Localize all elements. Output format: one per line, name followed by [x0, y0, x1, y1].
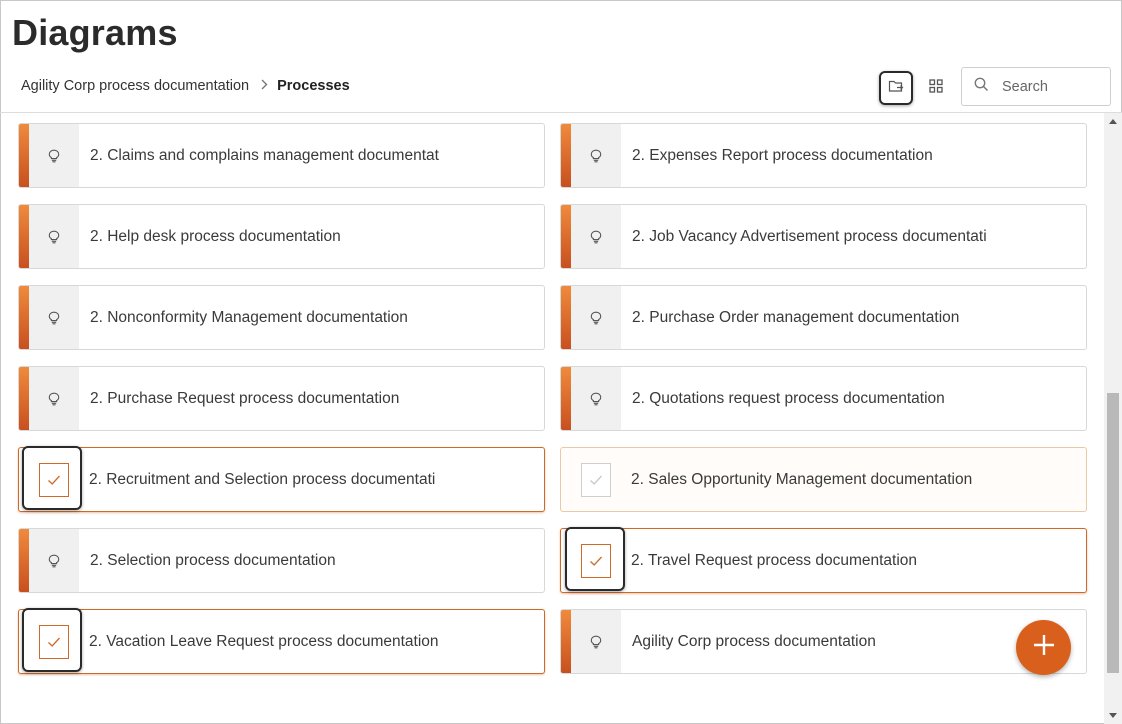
folder-arrow-icon [888, 79, 904, 98]
search-icon [974, 77, 989, 97]
diagram-card[interactable]: 2. Job Vacancy Advertisement process doc… [560, 204, 1087, 269]
page-title: Diagrams [12, 12, 178, 53]
card-accent-bar [19, 205, 29, 268]
lightbulb-icon [29, 367, 79, 430]
lightbulb-icon [571, 286, 621, 349]
grid-view-icon [929, 78, 943, 98]
card-label: 2. Purchase Order management documentati… [632, 308, 960, 326]
card-checkbox-cell[interactable] [561, 448, 631, 511]
card-accent-bar [19, 286, 29, 349]
card-label: 2. Claims and complains management docum… [90, 146, 439, 164]
lightbulb-icon [571, 205, 621, 268]
scroll-up-arrow[interactable] [1109, 119, 1117, 124]
card-accent-bar [561, 286, 571, 349]
checkbox-checked-icon[interactable] [581, 543, 611, 578]
lightbulb-icon [571, 124, 621, 187]
breadcrumb-current: Processes [277, 78, 350, 94]
diagram-card[interactable]: 2. Sales Opportunity Management document… [560, 447, 1087, 512]
diagram-card[interactable]: 2. Purchase Order management documentati… [560, 285, 1087, 350]
add-diagram-button[interactable] [1016, 620, 1071, 675]
card-accent-bar [561, 610, 571, 673]
plus-icon [1032, 633, 1056, 662]
card-accent-bar [561, 205, 571, 268]
diagram-list: 2. Claims and complains management docum… [0, 113, 1104, 724]
card-accent-bar [19, 529, 29, 592]
diagram-card[interactable]: 2. Purchase Request process documentatio… [18, 366, 545, 431]
card-checkbox-cell[interactable] [19, 448, 89, 511]
diagram-card[interactable]: Agility Corp process documentation [560, 609, 1087, 674]
diagram-card[interactable]: 2. Vacation Leave Request process docume… [18, 609, 545, 674]
card-checkbox-cell[interactable] [19, 610, 89, 673]
breadcrumb: Agility Corp process documentation Proce… [21, 78, 350, 94]
checkbox-checked-icon[interactable] [39, 624, 69, 659]
lightbulb-icon [571, 610, 621, 673]
diagram-card[interactable]: 2. Help desk process documentation [18, 204, 545, 269]
card-label: 2. Nonconformity Management documentatio… [90, 308, 408, 326]
checkbox-checked-icon[interactable] [39, 462, 69, 497]
card-label: 2. Recruitment and Selection process doc… [89, 470, 436, 488]
card-accent-bar [561, 124, 571, 187]
folder-view-button[interactable] [879, 71, 913, 105]
scroll-down-arrow[interactable] [1109, 713, 1117, 718]
lightbulb-icon [29, 529, 79, 592]
checkbox-unchecked-icon[interactable] [581, 462, 611, 497]
diagram-card[interactable]: 2. Claims and complains management docum… [18, 123, 545, 188]
breadcrumb-parent[interactable]: Agility Corp process documentation [21, 78, 249, 94]
card-label: 2. Vacation Leave Request process docume… [89, 632, 439, 650]
card-label: 2. Job Vacancy Advertisement process doc… [632, 227, 987, 245]
card-label: 2. Quotations request process documentat… [632, 389, 945, 407]
diagram-card[interactable]: 2. Travel Request process documentation [560, 528, 1087, 593]
chevron-right-icon [260, 79, 268, 93]
scrollbar[interactable] [1104, 113, 1122, 724]
card-accent-bar [19, 367, 29, 430]
card-label: 2. Purchase Request process documentatio… [90, 389, 400, 407]
card-label: 2. Travel Request process documentation [631, 551, 918, 569]
lightbulb-icon [571, 367, 621, 430]
diagram-card[interactable]: 2. Recruitment and Selection process doc… [18, 447, 545, 512]
card-accent-bar [561, 367, 571, 430]
card-label: 2. Expenses Report process documentation [632, 146, 933, 164]
lightbulb-icon [29, 205, 79, 268]
diagram-card[interactable]: 2. Quotations request process documentat… [560, 366, 1087, 431]
diagram-card[interactable]: 2. Selection process documentation [18, 528, 545, 593]
diagram-card[interactable]: 2. Nonconformity Management documentatio… [18, 285, 545, 350]
card-label: 2. Selection process documentation [90, 551, 336, 569]
search-input[interactable] [1002, 78, 1102, 95]
grid-view-button[interactable] [919, 71, 953, 105]
card-label: 2. Sales Opportunity Management document… [631, 470, 973, 488]
lightbulb-icon [29, 124, 79, 187]
card-accent-bar [19, 124, 29, 187]
scrollbar-thumb[interactable] [1107, 393, 1119, 673]
diagram-card[interactable]: 2. Expenses Report process documentation [560, 123, 1087, 188]
card-label: 2. Help desk process documentation [90, 227, 341, 245]
card-checkbox-cell[interactable] [561, 529, 631, 592]
lightbulb-icon [29, 286, 79, 349]
search-box[interactable] [961, 67, 1111, 106]
